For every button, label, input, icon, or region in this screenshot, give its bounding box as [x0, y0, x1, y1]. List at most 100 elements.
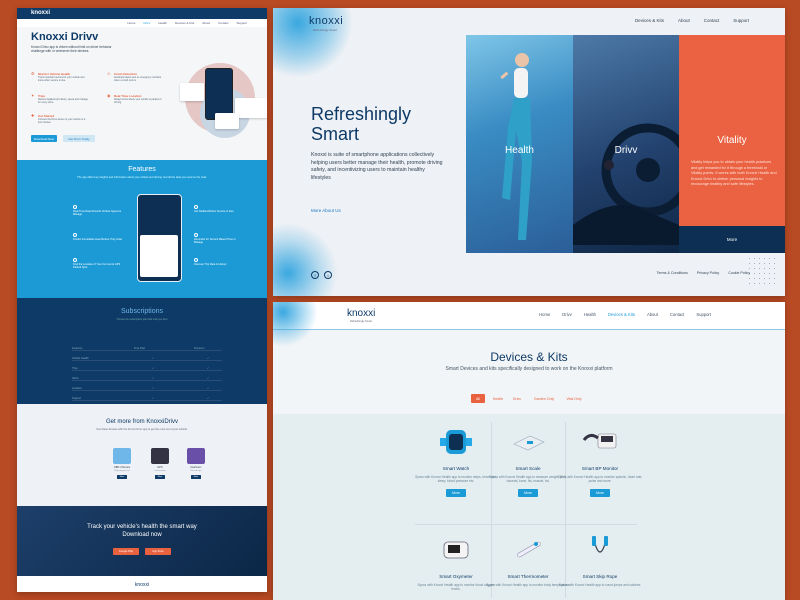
nav-health[interactable]: Health [584, 312, 596, 317]
cookie-link[interactable]: Cookie Policy [728, 271, 750, 275]
feature-desc: Connect the Drivv device to your vehicle… [38, 118, 86, 124]
dashcam-icon [187, 448, 205, 464]
twitter-icon[interactable]: t [324, 271, 332, 279]
footer-logo[interactable]: knoxxi [17, 582, 267, 588]
nav-about[interactable]: About [678, 18, 690, 23]
features-phone-mockup [137, 194, 182, 282]
stats-card [215, 113, 239, 129]
features-title: Features [128, 166, 156, 173]
privacy-link[interactable]: Privacy Policy [697, 271, 719, 275]
plug-icon: ✚ [31, 113, 35, 118]
download-title: Track your vehicle's health the smart wa… [87, 524, 197, 538]
more-about-link[interactable]: More About Us [311, 208, 341, 213]
feature-desc: Track important metrics for your vehicle… [38, 76, 85, 82]
skip-rope-icon [592, 536, 608, 553]
filter-garden[interactable]: Garden Only [529, 394, 559, 403]
table-row: Location ✓ ✓ [72, 387, 222, 391]
product-more-button[interactable]: More [518, 488, 538, 497]
product-more-button[interactable]: More [446, 488, 466, 497]
nav-support[interactable]: Support [733, 18, 749, 23]
stats-card [180, 83, 204, 101]
logo[interactable]: knoxxi [309, 15, 343, 27]
table-row: Alerts ✓ ✓ [72, 377, 222, 381]
gauge-icon [73, 205, 77, 209]
nav-devices[interactable]: Devices & Kits [635, 18, 664, 23]
product-bp-monitor: Smart BP Monitor Syncs with Knoxxi Healt… [545, 426, 655, 497]
nav-contact[interactable]: Contact [670, 312, 684, 317]
feature-item: Discover Trip Data & History [194, 258, 244, 266]
hero-headline: Refreshingly Smart [311, 104, 412, 144]
smart-scale-icon [513, 435, 545, 451]
feature-desc: Always know where your vehicle is parked… [114, 98, 162, 104]
filter-health[interactable]: Health [489, 394, 507, 403]
filter-vital[interactable]: Vital Only [561, 394, 587, 403]
thermometer-icon [517, 541, 541, 558]
nav-home[interactable]: Home [127, 21, 135, 25]
smart-watch-icon [440, 430, 472, 454]
device-dashcam: Dashcam Record trips More [183, 448, 209, 479]
filter-all[interactable]: All [471, 394, 485, 403]
nav-contact[interactable]: Contact [218, 21, 228, 25]
steering-wheel-illustration [573, 123, 679, 245]
logo[interactable]: knoxxi [347, 308, 375, 319]
get-drivv-button[interactable]: Get Drivv Today [63, 135, 95, 142]
tile-vitality[interactable]: Vitality Vitality helps you to obtain yo… [679, 35, 785, 253]
nav-devices[interactable]: Devices & Kits [608, 312, 635, 317]
devices-page-panel: knoxxi Refreshingly Smart Home Drivv Hea… [273, 302, 785, 600]
tile-drivv[interactable]: Drivv [573, 35, 679, 253]
app-store-button[interactable]: App Store [145, 548, 171, 555]
device-more-button[interactable]: More [155, 474, 165, 479]
table-row: Support ✓ ✓ [72, 397, 222, 401]
nav-drivv[interactable]: Drivv [562, 312, 572, 317]
nav-contact[interactable]: Contact [704, 18, 720, 23]
nav-health[interactable]: Health [158, 21, 167, 25]
tile-label: Health [505, 145, 534, 156]
tile-health[interactable]: Health [466, 35, 573, 253]
feature-item: Reminder for Service Based Time or Milea… [194, 233, 244, 244]
hero-description: Knoxxi Drivv app is driven without limit… [31, 45, 112, 54]
nav-drivv[interactable]: Drivv [143, 21, 150, 25]
filter-drivv[interactable]: Drivv [509, 394, 525, 403]
hero-title: Knoxxi Drivv [31, 31, 99, 43]
vitality-more-button[interactable]: More [679, 226, 785, 253]
device-more-button[interactable]: More [117, 474, 127, 479]
tile-label: Drivv [614, 145, 638, 156]
product-more-button[interactable]: More [590, 488, 610, 497]
device-obd: OBD II Device Plug into your car More [109, 448, 135, 479]
nav-support[interactable]: Support [236, 21, 247, 25]
top-bar [17, 8, 267, 19]
download-button[interactable]: Download Now [31, 135, 57, 142]
oxymeter-icon [443, 541, 469, 559]
download-section [17, 506, 267, 576]
feature-desc: Automatic alerts sent to emergency conta… [114, 76, 162, 82]
feature-desc: Review detailed trip history, speed and … [38, 98, 88, 104]
table-row: Trips ✓ ✓ [72, 367, 222, 371]
nav-home[interactable]: Home [539, 312, 550, 317]
facebook-icon[interactable]: f [311, 271, 319, 279]
alert-icon: ⚠ [107, 71, 111, 76]
obd-icon [113, 448, 131, 464]
nav-about[interactable]: About [647, 312, 658, 317]
feature-item: Find the Location of Your Car via Its GP… [73, 258, 123, 269]
features-subtitle: The app offers key insights and informat… [77, 176, 207, 179]
nav-devices[interactable]: Devices & Kits [175, 21, 194, 25]
page-subtitle: Smart Devices and kits specifically desi… [445, 366, 613, 372]
nav-bar: Home Drivv Health Devices & Kits About C… [17, 19, 267, 27]
more-subtitle: Use these devices with the Knoxxi Drivv … [96, 428, 188, 431]
hero-description: Knoxxi is suite of smartphone applicatio… [311, 152, 443, 181]
history-icon [194, 258, 198, 262]
product-skip-rope: Smart Skip Rope Syncs with Knoxxi Health… [545, 534, 655, 587]
logo-tagline: Refreshingly Smart [350, 320, 373, 323]
nav-support[interactable]: Support [696, 312, 711, 317]
logo[interactable]: knoxxi [31, 10, 50, 16]
nav-about[interactable]: About [202, 21, 210, 25]
google-play-button[interactable]: Google Play [113, 548, 139, 555]
stats-card [235, 98, 267, 118]
subs-header-row: Features Free Plan Premium [72, 347, 222, 351]
blue-glow-decoration [273, 302, 318, 347]
bell-icon [194, 205, 198, 209]
device-more-button[interactable]: More [191, 474, 201, 479]
terms-link[interactable]: Terms & Conditions [657, 271, 688, 275]
vitality-description: Vitality helps you to obtain your health… [691, 160, 777, 187]
nav-bar: Home Drivv Health Devices & Kits About C… [539, 312, 711, 317]
